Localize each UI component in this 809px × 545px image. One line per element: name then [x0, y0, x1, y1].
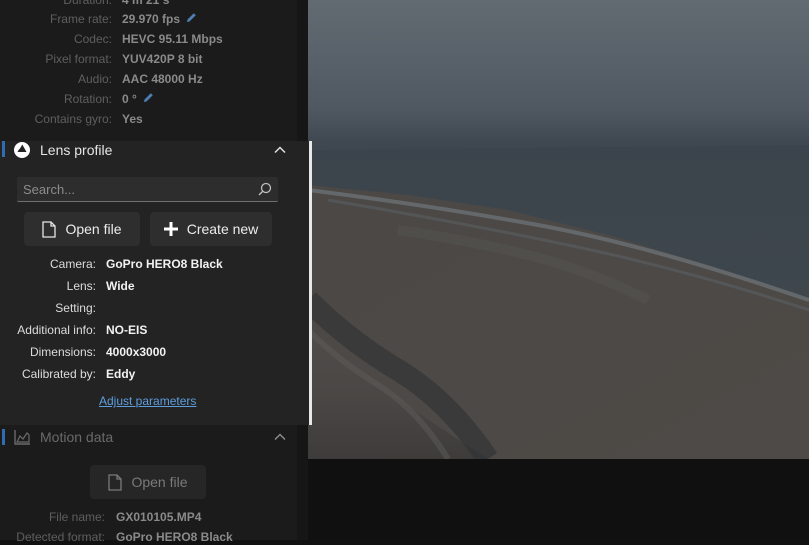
lens-label-dimensions: Dimensions: [29, 345, 96, 359]
info-label: Detected format: [16, 530, 105, 544]
lens-value-dimensions: 4000x3000 [106, 345, 167, 359]
motion-open-file-button[interactable]: Open file [90, 465, 206, 499]
open-file-label: Open file [65, 221, 122, 237]
search-placeholder: Search... [23, 182, 76, 197]
info-label: File name: [48, 510, 105, 524]
edit-pencil-icon[interactable] [186, 11, 197, 27]
info-label: Contains gyro: [34, 112, 112, 126]
info-value: 4 m 21 s [122, 0, 170, 7]
video-background [308, 459, 809, 540]
info-row-codec: Codec: HEVC 95.11 Mbps [0, 31, 297, 47]
info-label: Codec: [73, 32, 112, 46]
info-label: Pixel format: [45, 52, 112, 66]
info-value: Yes [122, 112, 143, 126]
info-label: Rotation: [63, 92, 112, 106]
lens-label-additional-info: Additional info: [17, 323, 96, 337]
rotation-value: 0 ° [122, 92, 137, 106]
adjust-parameters-link[interactable]: Adjust parameters [99, 394, 196, 408]
info-row-audio: Audio: AAC 48000 Hz [0, 71, 297, 87]
chevron-up-icon[interactable] [274, 430, 286, 442]
chevron-up-icon[interactable] [274, 143, 286, 155]
info-row-contains-gyro: Contains gyro: Yes [0, 111, 297, 127]
info-label: Duration: [63, 0, 112, 7]
lens-value-camera: GoPro HERO8 Black [106, 257, 223, 271]
video-preview[interactable] [308, 0, 809, 459]
motion-section-accent [2, 429, 5, 445]
info-row-duration: Duration: 4 m 21 s [0, 0, 297, 8]
file-icon [42, 220, 57, 238]
info-row-frame-rate: Frame rate: 29.970 fps [0, 11, 297, 27]
lens-value-lens: Wide [106, 279, 135, 293]
info-value: YUV420P 8 bit [122, 52, 203, 66]
create-new-label: Create new [186, 221, 259, 237]
lens-label-setting: Setting: [55, 301, 96, 315]
lens-label-camera: Camera: [49, 257, 96, 271]
info-value: HEVC 95.11 Mbps [122, 32, 223, 46]
motion-row-file-name: File name: GX010105.MP4 [0, 509, 297, 525]
search-icon[interactable] [258, 182, 272, 196]
lens-profile-panel: Lens profile Search... Open file Create … [0, 141, 312, 425]
frame-rate-value: 29.970 fps [122, 12, 181, 26]
info-row-pixel-format: Pixel format: YUV420P 8 bit [0, 51, 297, 67]
motion-section-title[interactable]: Motion data [40, 429, 113, 445]
motion-row-detected-format: Detected format: GoPro HERO8 Black [0, 529, 297, 545]
lens-label-lens: Lens: [66, 279, 96, 293]
info-value: 0 ° [122, 91, 154, 107]
lens-section-title[interactable]: Lens profile [40, 142, 112, 158]
info-value: 29.970 fps [122, 11, 197, 27]
file-icon [108, 473, 123, 491]
lens-value-additional-info: NO-EIS [106, 323, 148, 337]
create-new-button[interactable]: Create new [150, 212, 272, 246]
chart-area-icon [14, 429, 31, 450]
edit-pencil-icon[interactable] [143, 91, 154, 107]
lens-section-accent [2, 141, 5, 157]
info-value: GX010105.MP4 [116, 510, 202, 524]
lens-value-calibrated-by: Eddy [106, 367, 136, 381]
info-row-rotation: Rotation: 0 ° [0, 91, 297, 107]
lens-label-calibrated-by: Calibrated by: [21, 367, 96, 381]
lens-search-input[interactable]: Search... [17, 177, 278, 202]
info-label: Frame rate: [49, 12, 112, 26]
open-file-button[interactable]: Open file [24, 212, 140, 246]
info-value: AAC 48000 Hz [122, 72, 203, 86]
info-value: GoPro HERO8 Black [116, 530, 233, 544]
panel-highlight-edge [309, 141, 312, 425]
motion-open-file-label: Open file [131, 474, 188, 490]
beach-image [308, 145, 809, 459]
plus-icon [163, 222, 178, 236]
lens-aperture-icon [13, 141, 31, 164]
info-label: Audio: [77, 72, 112, 86]
